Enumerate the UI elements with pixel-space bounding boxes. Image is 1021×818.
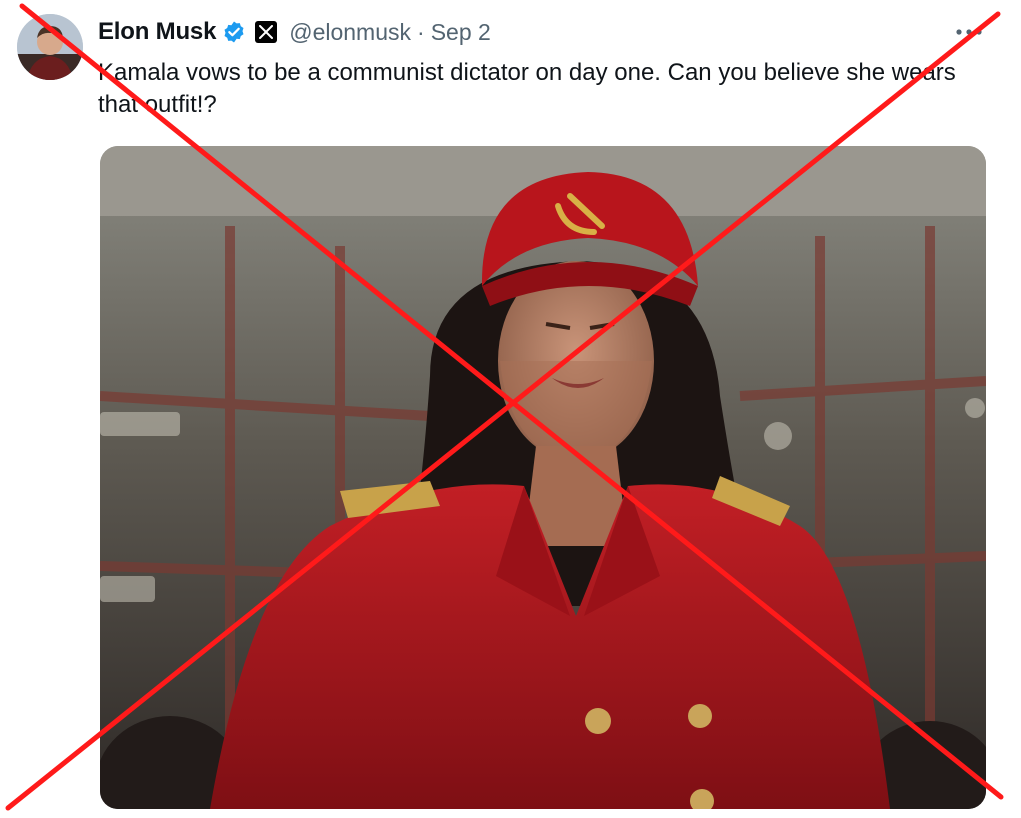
tweet-image[interactable] xyxy=(100,146,986,809)
author-handle[interactable]: @elonmusk xyxy=(289,19,411,46)
tweet-header: Elon Musk @elonmusk · Sep 2 xyxy=(98,15,491,49)
tweet-date[interactable]: Sep 2 xyxy=(431,19,491,46)
tweet-card: Elon Musk @elonmusk · Sep 2 Kamala vows … xyxy=(0,0,1021,818)
x-logo-icon xyxy=(255,21,278,43)
author-name[interactable]: Elon Musk xyxy=(98,18,216,46)
avatar[interactable] xyxy=(17,14,83,80)
verified-badge-icon xyxy=(222,20,246,44)
tweet-text: Kamala vows to be a communist dictator o… xyxy=(98,59,956,118)
more-options-icon[interactable] xyxy=(955,24,983,35)
separator-dot: · xyxy=(417,18,425,45)
